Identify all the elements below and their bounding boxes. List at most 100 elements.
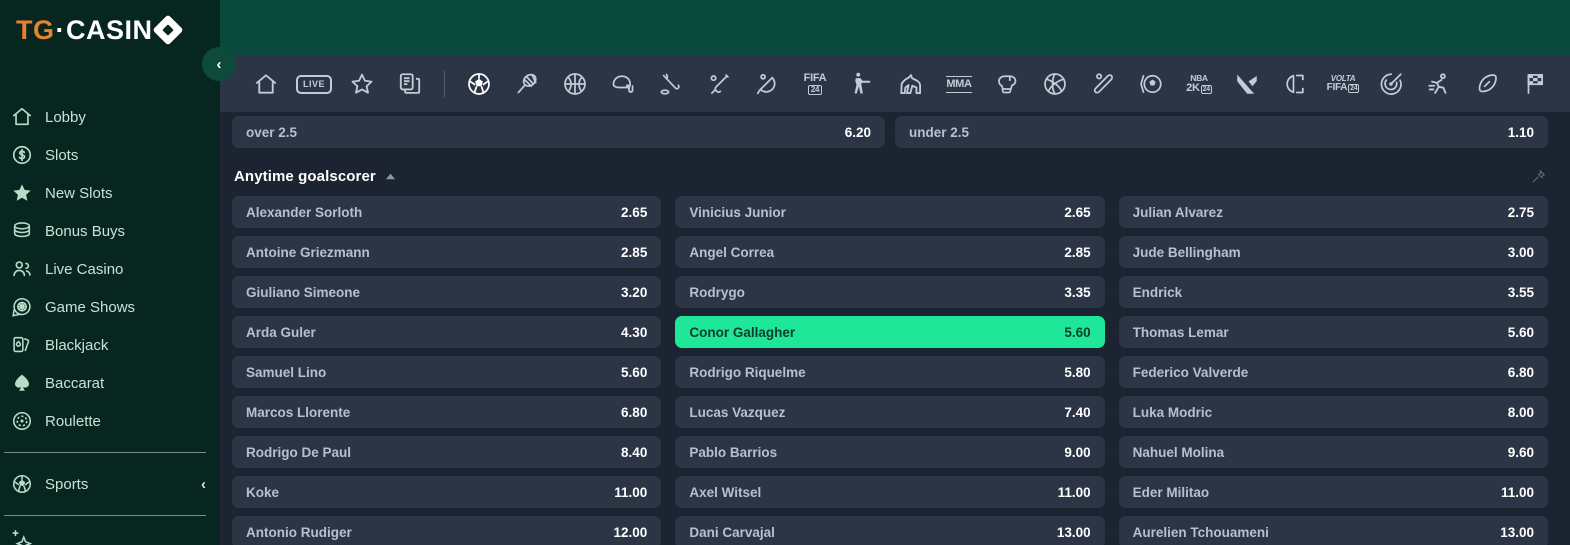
basketball-icon[interactable]: [551, 60, 599, 108]
goalscorer-odds: 2.75: [1507, 204, 1534, 220]
goalscorer-player-name: Luka Modric: [1132, 404, 1213, 420]
live-icon[interactable]: LIVE: [290, 60, 338, 108]
sidebar-item-new-slots[interactable]: New Slots: [0, 174, 220, 212]
sidebar-item-baccarat[interactable]: Baccarat: [0, 364, 220, 402]
darts-icon[interactable]: [1367, 60, 1415, 108]
sidebar: TG · CASIN Lobby Slots New Slots Bonus B…: [0, 0, 220, 545]
goalscorer-selection[interactable]: Axel Witsel 11.00: [675, 476, 1105, 508]
table-tennis-icon[interactable]: [743, 60, 791, 108]
nba-2k-label: 2K: [1186, 81, 1200, 94]
goalscorer-odds: 2.85: [621, 244, 648, 260]
boxing-icon[interactable]: [983, 60, 1031, 108]
nba2k24-icon[interactable]: NBA 2K 24: [1175, 60, 1223, 108]
mma-icon[interactable]: MMA: [935, 60, 983, 108]
goalscorer-selection[interactable]: Antonio Rudiger 12.00: [232, 516, 662, 545]
live-badge-label: LIVE: [295, 74, 332, 94]
goalscorer-selection[interactable]: Arda Guler 4.30: [232, 316, 662, 348]
baseball-icon[interactable]: [1079, 60, 1127, 108]
bet-option-over[interactable]: over 2.5 6.20: [232, 116, 885, 148]
sidebar-item-live-casino[interactable]: Live Casino: [0, 250, 220, 288]
logo-diamond-icon: [151, 14, 184, 46]
fifa24-icon[interactable]: FIFA 24: [791, 60, 839, 108]
goalscorer-selection[interactable]: Jude Bellingham 3.00: [1118, 236, 1548, 268]
rugby-icon[interactable]: [1463, 60, 1511, 108]
sidebar-item-partial[interactable]: [0, 528, 220, 545]
favourites-icon[interactable]: [338, 60, 386, 108]
league-of-legends-icon[interactable]: [1271, 60, 1319, 108]
american-football-icon[interactable]: [599, 60, 647, 108]
goalscorer-selection[interactable]: Vinicius Junior 2.65: [675, 196, 1105, 228]
goalscorer-selection[interactable]: Nahuel Molina 9.60: [1118, 436, 1548, 468]
goalscorer-odds: 11.00: [1057, 484, 1091, 500]
volta-fifa-label: FIFA: [1326, 82, 1348, 93]
goalscorer-selection[interactable]: Alexander Sorloth 2.65: [232, 196, 662, 228]
goalscorer-selection[interactable]: Rodrygo 3.35: [675, 276, 1105, 308]
goalscorer-player-name: Federico Valverde: [1132, 364, 1249, 380]
volleyball-icon[interactable]: [1031, 60, 1079, 108]
goalscorer-selection-selected[interactable]: Conor Gallagher 5.60: [675, 316, 1105, 348]
goalscorer-selection[interactable]: Antoine Griezmann 2.85: [232, 236, 662, 268]
sidebar-item-label: Slots: [45, 146, 79, 164]
goalscorer-selection[interactable]: Marcos Llorente 6.80: [232, 396, 662, 428]
sidebar-item-blackjack[interactable]: Blackjack: [0, 326, 220, 364]
goalscorer-selection[interactable]: Aurelien Tchouameni 13.00: [1118, 516, 1548, 545]
goalscorer-selection[interactable]: Luka Modric 8.00: [1118, 396, 1548, 428]
goalscorer-selection[interactable]: Pablo Barrios 9.00: [675, 436, 1105, 468]
soccer-icon[interactable]: [455, 60, 503, 108]
cricket-icon[interactable]: [695, 60, 743, 108]
collapse-chevron-icon[interactable]: [385, 171, 396, 182]
goalscorer-selection[interactable]: Julian Alvarez 2.75: [1118, 196, 1548, 228]
goalscorer-selection[interactable]: Rodrigo De Paul 8.40: [232, 436, 662, 468]
goalscorer-player-name: Julian Alvarez: [1132, 204, 1223, 220]
tennis-icon[interactable]: [503, 60, 551, 108]
sidebar-item-bonus-buys[interactable]: Bonus Buys: [0, 212, 220, 250]
golf-icon[interactable]: [1559, 60, 1570, 108]
goalscorer-selection[interactable]: Thomas Lemar 5.60: [1118, 316, 1548, 348]
home-icon[interactable]: [242, 60, 290, 108]
goalscorer-odds: 13.00: [1500, 524, 1534, 540]
goalscorer-selection[interactable]: Koke 11.00: [232, 476, 662, 508]
sidebar-item-roulette[interactable]: Roulette: [0, 402, 220, 440]
counter-strike-icon[interactable]: [839, 60, 887, 108]
goalscorer-odds: 5.60: [1507, 324, 1534, 340]
sports-icon-bar[interactable]: LIVE FIFA 24 MMA NBA 2K 24 VOLTA FIFA 24: [220, 56, 1570, 112]
goalscorer-player-name: Rodrigo Riquelme: [689, 364, 806, 380]
goalscorer-selection[interactable]: Eder Militao 11.00: [1118, 476, 1548, 508]
sidebar-item-slots[interactable]: Slots: [0, 136, 220, 174]
goalscorer-player-name: Antonio Rudiger: [246, 524, 352, 540]
goalscorer-selection[interactable]: Rodrigo Riquelme 5.80: [675, 356, 1105, 388]
bet-slips-icon[interactable]: [386, 60, 434, 108]
ice-hockey-icon[interactable]: [647, 60, 695, 108]
valorant-icon[interactable]: [1223, 60, 1271, 108]
goalscorer-selection[interactable]: Samuel Lino 5.60: [232, 356, 662, 388]
goalscorer-selection[interactable]: Endrick 3.55: [1118, 276, 1548, 308]
sidebar-collapse-button[interactable]: ‹: [202, 47, 236, 81]
efootball-icon[interactable]: [1127, 60, 1175, 108]
goalscorer-selection[interactable]: Lucas Vazquez 7.40: [675, 396, 1105, 428]
sidebar-item-game-shows[interactable]: Game Shows: [0, 288, 220, 326]
sidebar-item-sports[interactable]: Sports ‹: [0, 465, 220, 503]
goalscorer-odds: 5.80: [1064, 364, 1091, 380]
goalscorer-selection[interactable]: Federico Valverde 6.80: [1118, 356, 1548, 388]
star-icon: [10, 181, 34, 205]
bet-option-label: over 2.5: [246, 124, 298, 140]
sidebar-item-label: Sports: [45, 475, 89, 493]
horse-racing-icon[interactable]: [887, 60, 935, 108]
roulette-chip-icon: [10, 409, 34, 433]
brand-logo[interactable]: TG · CASIN: [0, 0, 220, 60]
goalscorer-odds: 6.80: [621, 404, 648, 420]
pin-icon[interactable]: [1531, 169, 1546, 184]
goalscorer-odds: 2.85: [1064, 244, 1091, 260]
goalscorer-selection[interactable]: Giuliano Simeone 3.20: [232, 276, 662, 308]
goalscorer-odds: 3.20: [621, 284, 648, 300]
goalscorer-selection[interactable]: Dani Carvajal 13.00: [675, 516, 1105, 545]
chevron-left-icon[interactable]: ‹: [201, 476, 206, 493]
goalscorer-selection[interactable]: Angel Correa 2.85: [675, 236, 1105, 268]
volta-fifa24-icon[interactable]: VOLTA FIFA 24: [1319, 60, 1367, 108]
goalscorer-player-name: Eder Militao: [1132, 484, 1210, 500]
sidebar-item-lobby[interactable]: Lobby: [0, 98, 220, 136]
motorsport-icon[interactable]: [1511, 60, 1559, 108]
athletics-icon[interactable]: [1415, 60, 1463, 108]
bet-option-under[interactable]: under 2.5 1.10: [895, 116, 1548, 148]
sidebar-item-label: Lobby: [45, 108, 86, 126]
